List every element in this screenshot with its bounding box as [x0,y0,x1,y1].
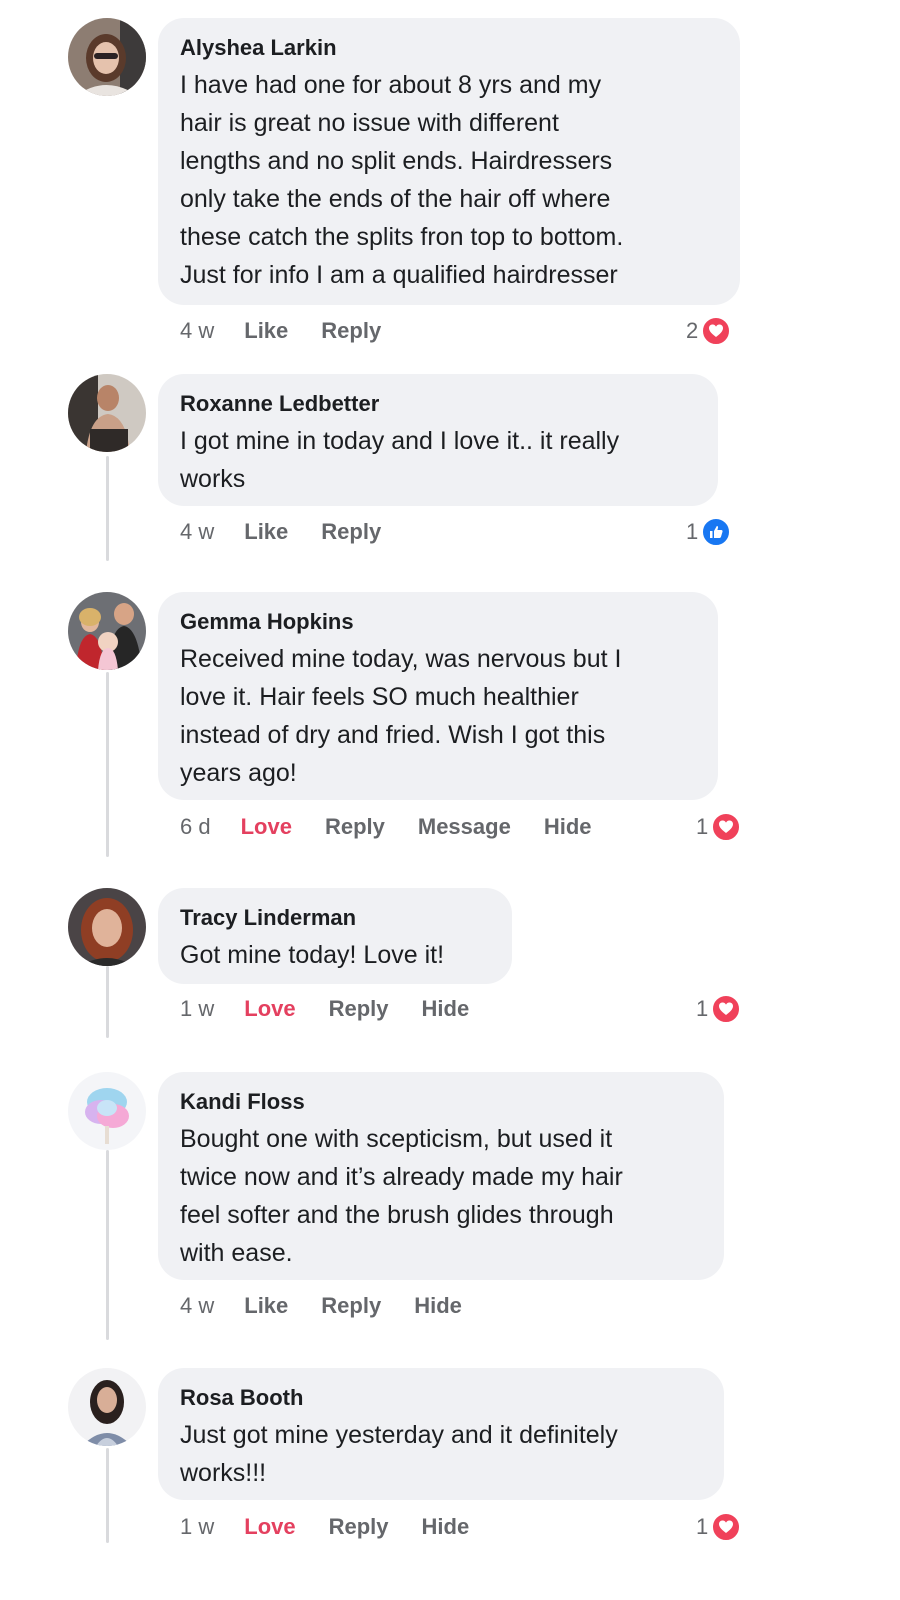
comment-text: Bought one with scepticism, but used it … [180,1125,623,1267]
comment-timestamp[interactable]: 4 w [180,1293,214,1319]
like-button[interactable]: Like [244,1293,288,1319]
comment-actions: 4 w Like Reply Hide [180,1290,495,1322]
reaction-summary[interactable]: 1 [696,1511,742,1543]
comment-actions: 1 w Love Reply Hide [180,1511,502,1543]
comment-timestamp[interactable]: 4 w [180,318,214,344]
comment-text: I have had one for about 8 yrs and my ha… [180,71,624,289]
avatar-photo [68,1072,146,1150]
comment-bubble: Alyshea Larkin I have had one for about … [158,18,740,305]
comment-author[interactable]: Kandi Floss [180,1088,702,1116]
avatar[interactable] [68,1072,146,1150]
reply-button[interactable]: Reply [321,318,381,344]
avatar-photo [68,888,146,966]
comment-timestamp[interactable]: 1 w [180,1514,214,1540]
reaction-summary[interactable]: 1 [696,811,742,843]
comment-author[interactable]: Tracy Linderman [180,904,490,932]
reaction-summary[interactable]: 2 [686,315,732,347]
hide-button[interactable]: Hide [422,996,470,1022]
love-button[interactable]: Love [241,814,292,840]
reply-button[interactable]: Reply [325,814,385,840]
reply-button[interactable]: Reply [321,1293,381,1319]
thread-line [106,1150,109,1340]
comment-author[interactable]: Roxanne Ledbetter [180,390,696,418]
comment-actions: 4 w Like Reply [180,516,414,548]
comment-bubble: Rosa Booth Just got mine yesterday and i… [158,1368,724,1500]
reply-button[interactable]: Reply [329,996,389,1022]
avatar-photo [68,18,146,96]
hide-button[interactable]: Hide [544,814,592,840]
avatar[interactable] [68,592,146,670]
comment-actions: 4 w Like Reply [180,315,414,347]
thread-line [106,966,109,1038]
thread-line [106,672,109,857]
comment-author[interactable]: Gemma Hopkins [180,608,696,636]
thread-line [106,456,109,561]
heart-icon [711,812,742,842]
avatar-photo [68,374,146,452]
thread-line [106,1448,109,1543]
reaction-count: 2 [686,318,699,343]
comment-actions: 6 d Love Reply Message Hide [180,811,625,843]
reaction-count: 1 [686,519,699,544]
love-button[interactable]: Love [244,1514,295,1540]
avatar-photo [68,592,146,670]
avatar[interactable] [68,1368,146,1446]
message-button[interactable]: Message [418,814,511,840]
thumbs-up-icon [701,517,732,547]
reply-button[interactable]: Reply [329,1514,389,1540]
reaction-count: 1 [696,996,709,1021]
comment-timestamp[interactable]: 1 w [180,996,214,1022]
reaction-summary[interactable]: 1 [696,993,742,1025]
comment-timestamp[interactable]: 4 w [180,519,214,545]
comment-text: Just got mine yesterday and it definitel… [180,1421,618,1487]
avatar[interactable] [68,374,146,452]
like-button[interactable]: Like [244,318,288,344]
comment-author[interactable]: Rosa Booth [180,1384,702,1412]
reaction-count: 1 [696,814,709,839]
comment-actions: 1 w Love Reply Hide [180,993,502,1025]
comment-timestamp[interactable]: 6 d [180,814,211,840]
love-button[interactable]: Love [244,996,295,1022]
comment-bubble: Kandi Floss Bought one with scepticism, … [158,1072,724,1280]
comment-bubble: Tracy Linderman Got mine today! Love it! [158,888,512,984]
heart-icon [711,994,742,1024]
avatar[interactable] [68,18,146,96]
comment-bubble: Roxanne Ledbetter I got mine in today an… [158,374,718,506]
avatar-photo [68,1368,146,1446]
comment-text: I got mine in today and I love it.. it r… [180,427,620,493]
comment-text: Received mine today, was nervous but I l… [180,645,622,787]
heart-icon [701,316,732,346]
heart-icon [711,1512,742,1542]
reply-button[interactable]: Reply [321,519,381,545]
reaction-count: 1 [696,1514,709,1539]
avatar[interactable] [68,888,146,966]
comment-author[interactable]: Alyshea Larkin [180,34,718,62]
reaction-summary[interactable]: 1 [686,516,732,548]
like-button[interactable]: Like [244,519,288,545]
comment-bubble: Gemma Hopkins Received mine today, was n… [158,592,718,800]
hide-button[interactable]: Hide [414,1293,462,1319]
hide-button[interactable]: Hide [422,1514,470,1540]
comment-text: Got mine today! Love it! [180,941,445,969]
